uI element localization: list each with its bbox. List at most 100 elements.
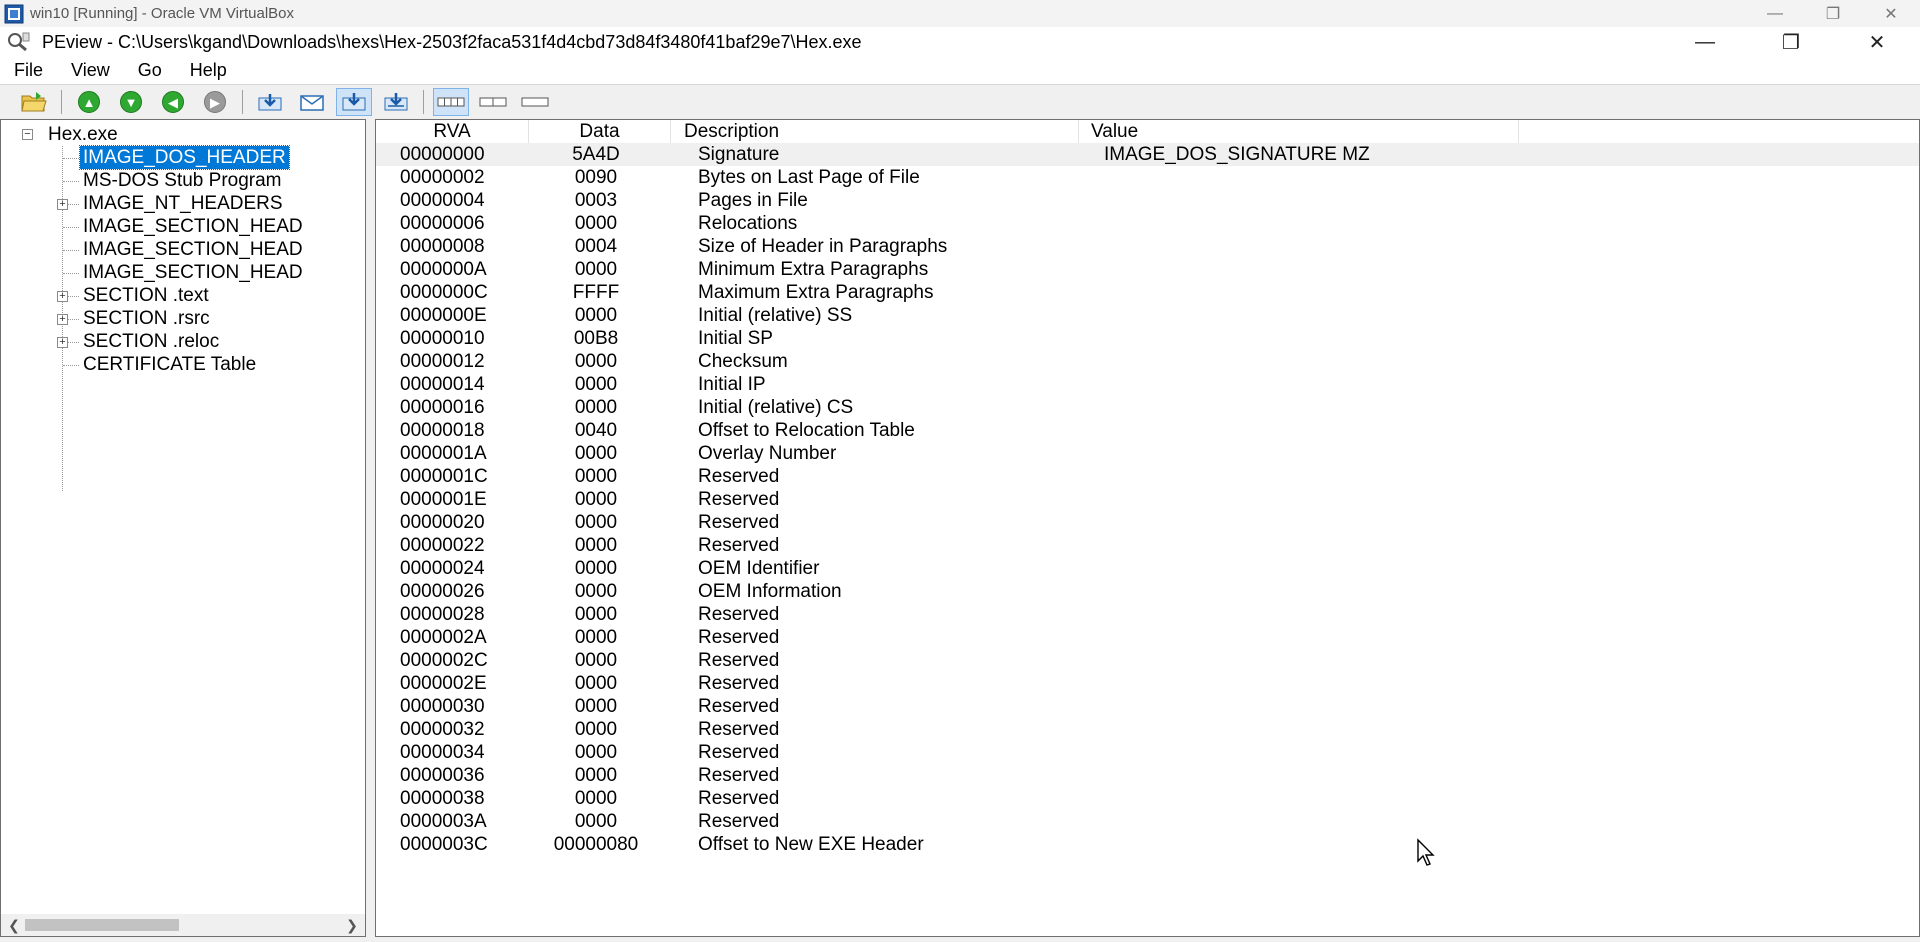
- cell-description: Reserved: [698, 627, 780, 648]
- table-row[interactable]: 0000000A 0000 Minimum Extra Paragraphs: [376, 258, 1919, 281]
- tree-item[interactable]: + IMAGE_NT_HEADERS: [1, 192, 365, 215]
- tree-expand-toggle[interactable]: +: [57, 291, 68, 302]
- go-down-button[interactable]: ▼: [113, 88, 149, 116]
- table-row[interactable]: 0000003C 00000080 Offset to New EXE Header: [376, 833, 1919, 856]
- table-row[interactable]: 0000000E 0000 Initial (relative) SS: [376, 304, 1919, 327]
- cell-data: FFFF: [572, 282, 620, 303]
- cell-rva: 0000001C: [400, 466, 488, 487]
- view-mail-button[interactable]: [294, 88, 330, 116]
- table-row[interactable]: 0000002E 0000 Reserved: [376, 672, 1919, 695]
- table-row[interactable]: 00000000 5A4D Signature IMAGE_DOS_SIGNATURE…: [376, 143, 1919, 166]
- table-row[interactable]: 00000028 0000 Reserved: [376, 603, 1919, 626]
- view-absolute-button[interactable]: [378, 88, 414, 116]
- column-header-data[interactable]: Data: [529, 120, 671, 143]
- view-bytes-button[interactable]: [433, 88, 469, 116]
- table-row[interactable]: 00000010 00B8 Initial SP: [376, 327, 1919, 350]
- cell-data: 0000: [574, 604, 618, 625]
- vbox-close-button[interactable]: ✕: [1862, 0, 1920, 27]
- tree-item[interactable]: CERTIFICATE Table: [1, 353, 365, 376]
- table-row[interactable]: 00000034 0000 Reserved: [376, 741, 1919, 764]
- table-row[interactable]: 0000002A 0000 Reserved: [376, 626, 1919, 649]
- table-row[interactable]: 0000002C 0000 Reserved: [376, 649, 1919, 672]
- column-header-value[interactable]: Value: [1079, 120, 1519, 143]
- vbox-title-bar: win10 [Running] - Oracle VM VirtualBox —…: [0, 0, 1920, 27]
- tree-root-item[interactable]: Hex.exe: [45, 123, 121, 146]
- structure-tree-pane[interactable]: − Hex.exe IMAGE_DOS_HEADER MS-DOS Stub Pr…: [0, 119, 366, 937]
- tree-horizontal-scrollbar[interactable]: ❮ ❯: [1, 914, 365, 936]
- column-header-description[interactable]: Description: [671, 120, 1079, 143]
- table-row[interactable]: 0000001C 0000 Reserved: [376, 465, 1919, 488]
- tree-item[interactable]: IMAGE_DOS_HEADER: [1, 145, 365, 170]
- view-relative-button[interactable]: [336, 88, 372, 116]
- cell-data: 0000: [574, 811, 618, 832]
- table-row[interactable]: 00000020 0000 Reserved: [376, 511, 1919, 534]
- app-maximize-button[interactable]: ❐: [1748, 27, 1834, 57]
- table-row[interactable]: 00000032 0000 Reserved: [376, 718, 1919, 741]
- menu-file[interactable]: File: [0, 57, 57, 84]
- cell-rva: 00000016: [400, 397, 485, 418]
- cell-rva: 0000001A: [400, 443, 487, 464]
- tree-collapse-toggle[interactable]: −: [22, 129, 33, 140]
- view-dwords-button[interactable]: [517, 88, 553, 116]
- open-file-button[interactable]: [16, 88, 52, 116]
- go-up-icon: ▲: [78, 91, 100, 113]
- menu-go[interactable]: Go: [124, 57, 176, 84]
- tree-guide-line: [63, 273, 79, 274]
- open-file-icon: [21, 92, 47, 112]
- table-row[interactable]: 00000036 0000 Reserved: [376, 764, 1919, 787]
- table-row[interactable]: 00000024 0000 OEM Identifier: [376, 557, 1919, 580]
- menu-help[interactable]: Help: [176, 57, 241, 84]
- detail-table-pane[interactable]: RVA Data Description Value 00000000 5A4D S…: [375, 119, 1920, 937]
- cell-description: Reserved: [698, 696, 780, 717]
- column-header-rva[interactable]: RVA: [376, 120, 529, 143]
- table-row[interactable]: 00000016 0000 Initial (relative) CS: [376, 396, 1919, 419]
- cell-rva: 00000014: [400, 374, 485, 395]
- table-row[interactable]: 00000002 0090 Bytes on Last Page of File: [376, 166, 1919, 189]
- peview-magnifier-icon: [6, 31, 32, 53]
- view-address-button[interactable]: [252, 88, 288, 116]
- table-row[interactable]: 00000018 0040 Offset to Relocation Table: [376, 419, 1919, 442]
- table-row[interactable]: 0000001E 0000 Reserved: [376, 488, 1919, 511]
- go-up-button[interactable]: ▲: [71, 88, 107, 116]
- go-back-button[interactable]: ◀: [155, 88, 191, 116]
- scroll-right-arrow-icon[interactable]: ❯: [341, 914, 363, 936]
- tree-item-label: CERTIFICATE Table: [83, 354, 257, 375]
- tree-item[interactable]: MS-DOS Stub Program: [1, 169, 365, 192]
- tree-expand-toggle[interactable]: +: [57, 199, 68, 210]
- view-words-button[interactable]: [475, 88, 511, 116]
- tree-item[interactable]: + SECTION .reloc: [1, 330, 365, 353]
- scrollbar-thumb[interactable]: [25, 919, 179, 931]
- go-forward-button[interactable]: ▶: [197, 88, 233, 116]
- app-close-button[interactable]: ✕: [1834, 27, 1920, 57]
- vbox-maximize-button[interactable]: ❐: [1804, 0, 1862, 27]
- table-row[interactable]: 00000012 0000 Checksum: [376, 350, 1919, 373]
- tree-expand-toggle[interactable]: +: [57, 337, 68, 348]
- table-row[interactable]: 00000030 0000 Reserved: [376, 695, 1919, 718]
- table-row[interactable]: 0000003A 0000 Reserved: [376, 810, 1919, 833]
- go-forward-icon: ▶: [204, 91, 226, 113]
- table-row[interactable]: 00000014 0000 Initial IP: [376, 373, 1919, 396]
- menu-view[interactable]: View: [57, 57, 124, 84]
- tree-expand-toggle[interactable]: +: [57, 314, 68, 325]
- table-row[interactable]: 00000008 0004 Size of Header in Paragraphs: [376, 235, 1919, 258]
- app-minimize-button[interactable]: —: [1662, 27, 1748, 57]
- tree-item[interactable]: IMAGE_SECTION_HEAD: [1, 238, 365, 261]
- vbox-minimize-button[interactable]: —: [1746, 0, 1804, 27]
- pane-splitter[interactable]: [366, 119, 375, 937]
- tree-item[interactable]: + SECTION .rsrc: [1, 307, 365, 330]
- table-row[interactable]: 0000001A 0000 Overlay Number: [376, 442, 1919, 465]
- table-row[interactable]: 00000004 0003 Pages in File: [376, 189, 1919, 212]
- toolbar-separator: [61, 90, 62, 114]
- tree-item[interactable]: + SECTION .text: [1, 284, 365, 307]
- table-row[interactable]: 00000022 0000 Reserved: [376, 534, 1919, 557]
- table-row[interactable]: 00000006 0000 Relocations: [376, 212, 1919, 235]
- table-row[interactable]: 00000038 0000 Reserved: [376, 787, 1919, 810]
- table-row[interactable]: 00000026 0000 OEM Information: [376, 580, 1919, 603]
- tree-item[interactable]: IMAGE_SECTION_HEAD: [1, 261, 365, 284]
- cell-data: 0040: [574, 420, 618, 441]
- cell-rva: 0000002C: [400, 650, 488, 671]
- tree-item[interactable]: IMAGE_SECTION_HEAD: [1, 215, 365, 238]
- scroll-left-arrow-icon[interactable]: ❮: [3, 914, 25, 936]
- table-row[interactable]: 0000000C FFFF Maximum Extra Paragraphs: [376, 281, 1919, 304]
- cell-description: Initial IP: [698, 374, 766, 395]
